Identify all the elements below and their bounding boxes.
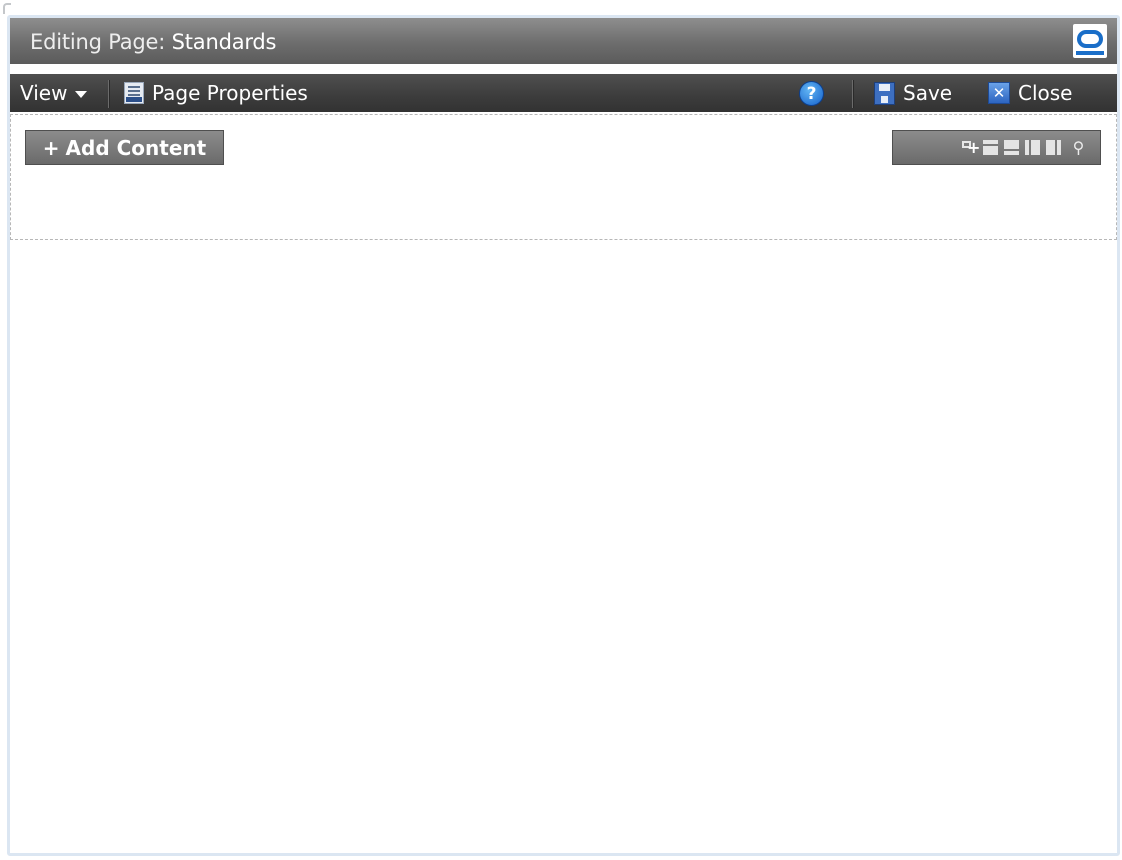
window-corner: [3, 3, 11, 14]
add-content-button[interactable]: + Add Content: [25, 130, 224, 165]
page-title: Editing Page: Standards: [30, 30, 277, 54]
view-menu[interactable]: View: [20, 74, 88, 112]
close-button[interactable]: ✕ Close: [988, 74, 1072, 112]
layout-right-icon[interactable]: [1046, 140, 1061, 155]
help-icon[interactable]: ?: [799, 81, 824, 106]
layout-top-icon[interactable]: [983, 140, 998, 155]
save-button[interactable]: Save: [874, 74, 952, 112]
chevron-down-icon: [75, 91, 88, 98]
oracle-logo-icon: [1073, 24, 1107, 58]
page-properties-label: Page Properties: [152, 81, 308, 105]
layout-toolbar: ⚲: [892, 130, 1101, 165]
title-label: Editing Page:: [30, 30, 166, 54]
layout-left-icon[interactable]: [1025, 140, 1040, 155]
close-label: Close: [1018, 81, 1073, 105]
save-label: Save: [903, 81, 953, 105]
save-icon: [874, 81, 895, 105]
page-properties-icon: [124, 82, 144, 104]
add-box-icon[interactable]: [962, 138, 980, 157]
editor-toolbar: View Page Properties ? Save ✕ Close: [10, 74, 1117, 112]
title-bar: Editing Page: Standards: [10, 18, 1117, 64]
page-editor-frame: Editing Page: Standards View Page Proper…: [7, 15, 1120, 856]
toolbar-divider: [108, 80, 110, 108]
wrench-icon[interactable]: ⚲: [1071, 140, 1086, 156]
add-content-label: Add Content: [65, 135, 207, 160]
content-drop-region: + Add Content ⚲: [10, 114, 1117, 240]
plus-icon: +: [42, 135, 60, 160]
toolbar-divider: [852, 80, 854, 108]
close-icon: ✕: [988, 82, 1010, 104]
layout-bottom-icon[interactable]: [1004, 140, 1019, 155]
view-menu-label: View: [20, 81, 68, 105]
page-properties-button[interactable]: Page Properties: [124, 74, 308, 112]
title-page-name: Standards: [171, 30, 277, 54]
